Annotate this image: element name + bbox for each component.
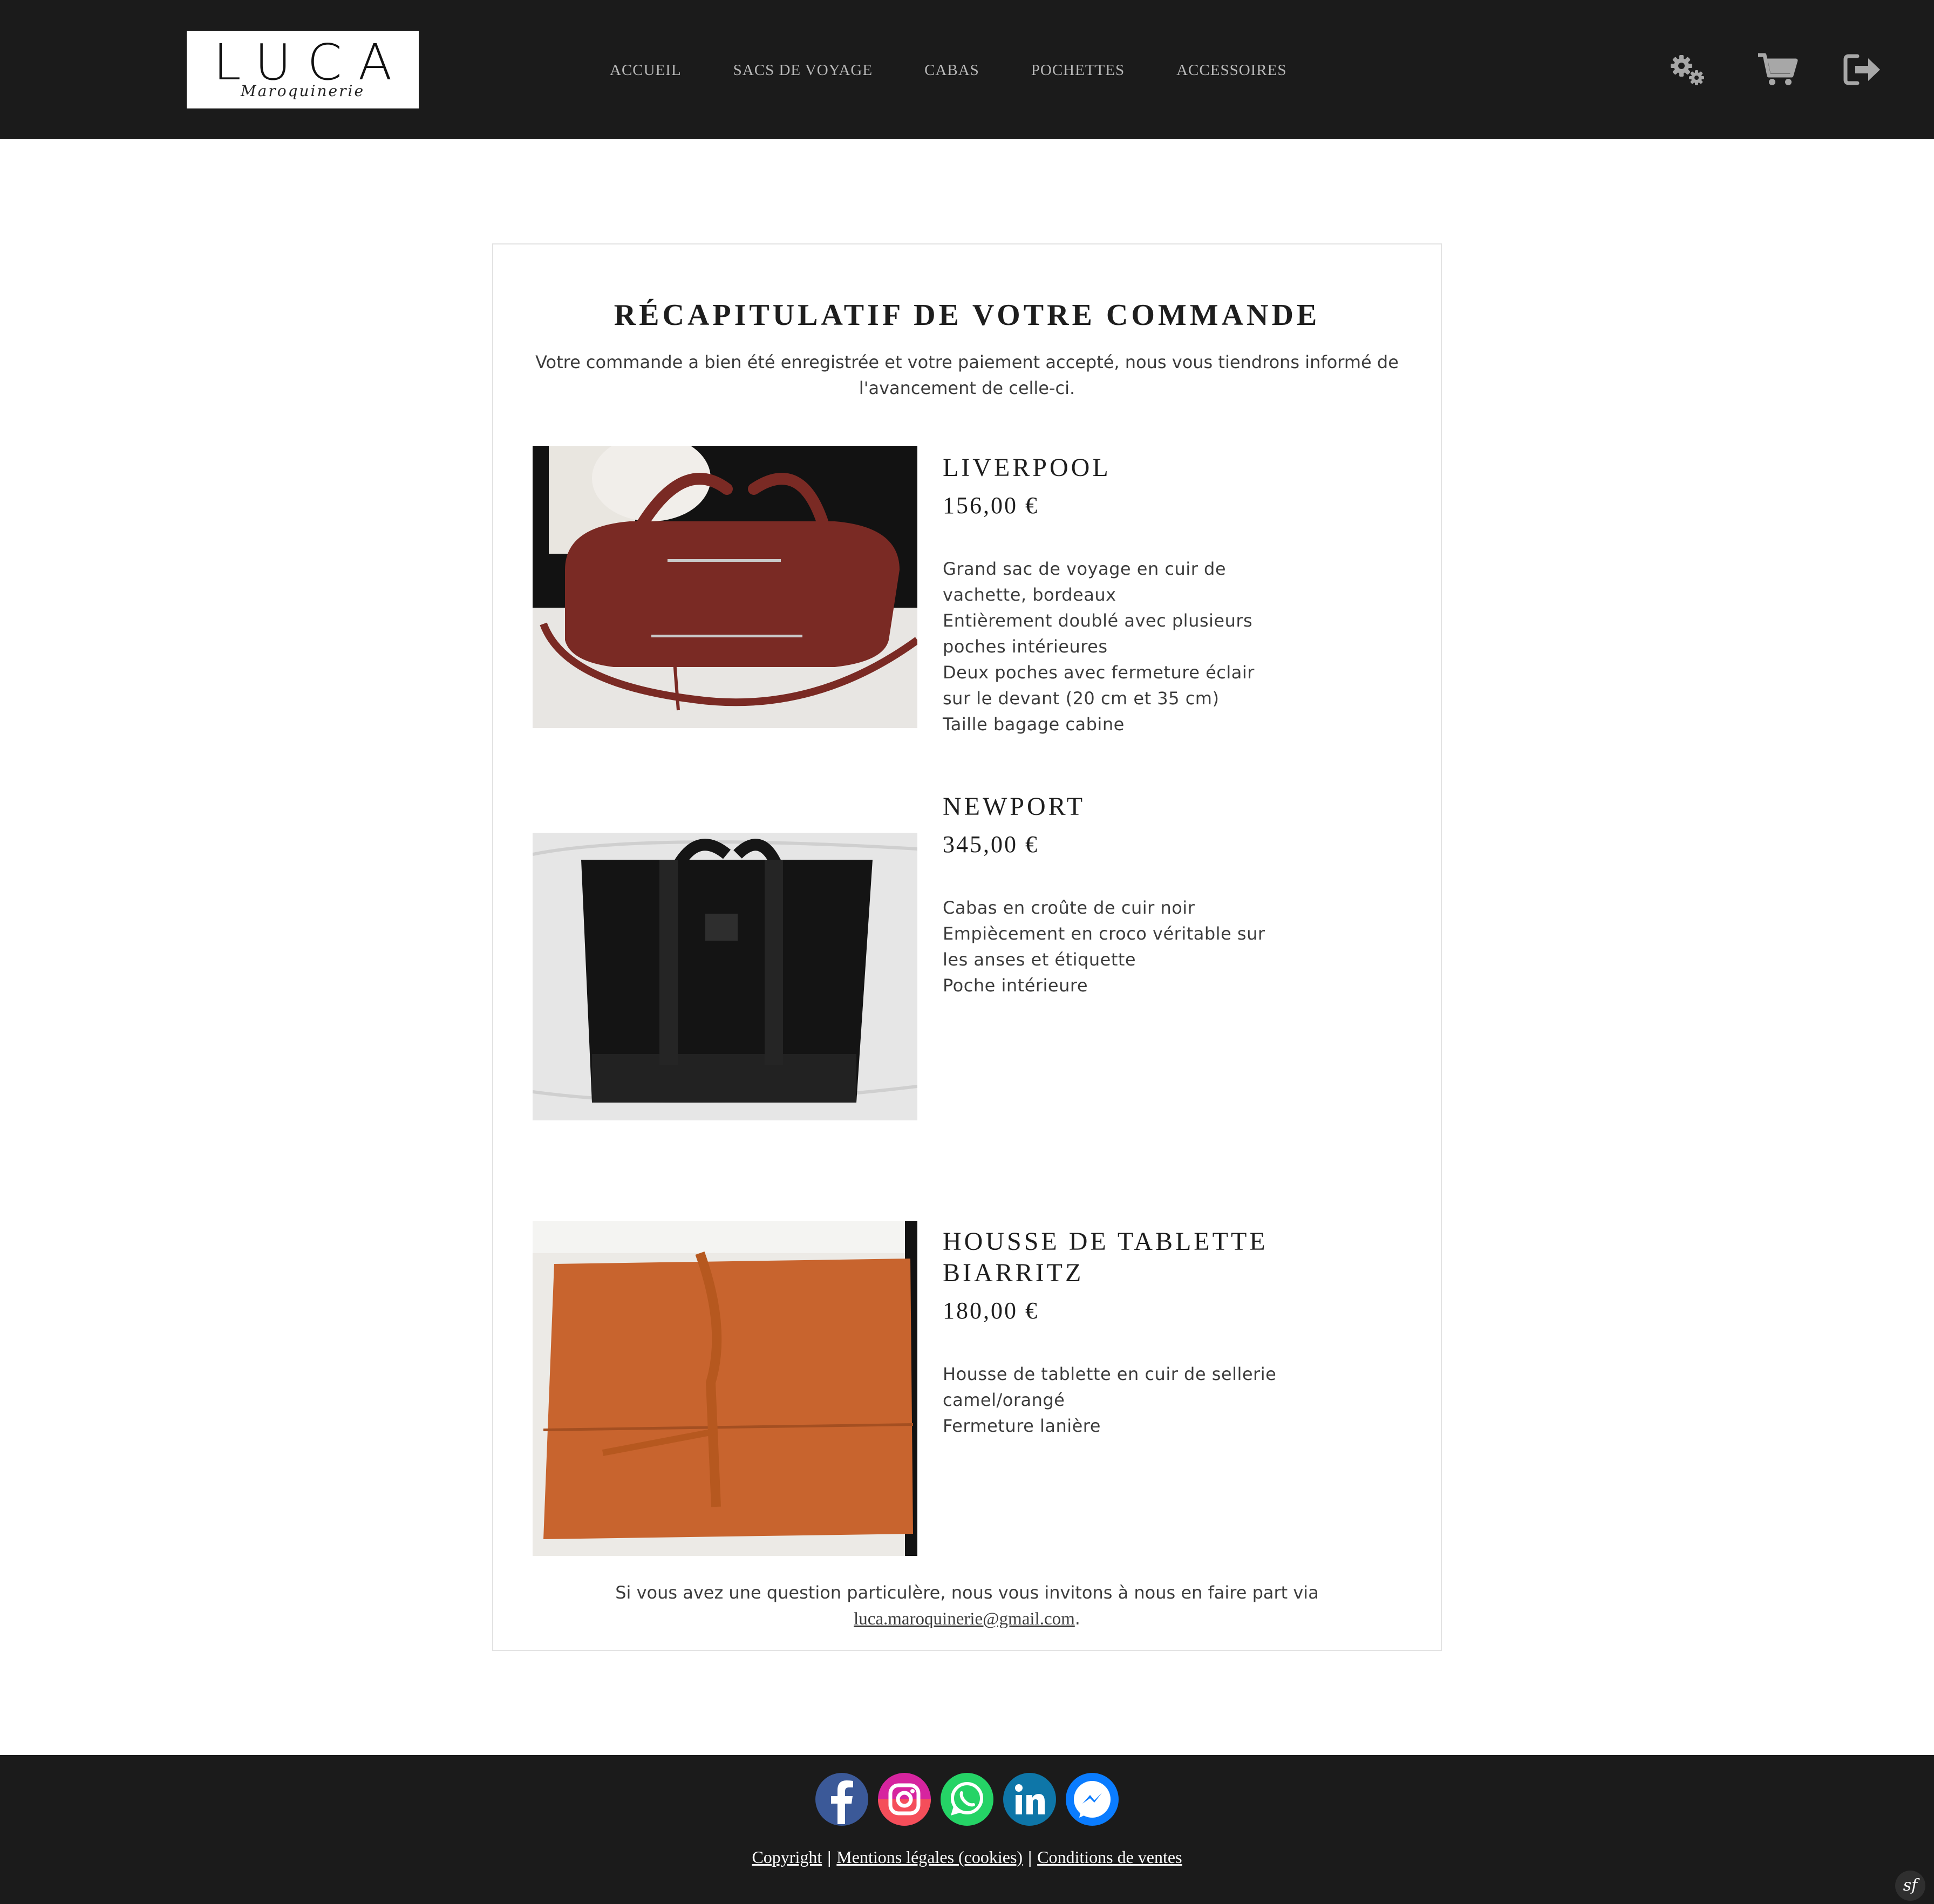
contact-note: Si vous avez une question particulère, n…: [526, 1580, 1408, 1632]
nav-item-cabas[interactable]: CABAS: [924, 58, 979, 82]
product-price: 180,00 €: [943, 1297, 1039, 1324]
main-nav: ACCUEIL SACS DE VOYAGE CABAS POCHETTES A…: [610, 58, 1287, 82]
instagram-icon[interactable]: [877, 1772, 931, 1826]
product-name: HOUSSE DE TABLETTE BIARRITZ: [943, 1226, 1320, 1289]
description-line: Empiècement en croco véritable sur: [943, 923, 1265, 944]
description-line: Fermeture lanière: [943, 1416, 1101, 1436]
description-line: Grand sac de voyage en cuir de: [943, 559, 1227, 579]
description-line: Cabas en croûte de cuir noir: [943, 897, 1195, 918]
description-line: les anses et étiquette: [943, 949, 1136, 970]
product-name: NEWPORT: [943, 792, 1086, 821]
description-line: sur le devant (20 cm et 35 cm): [943, 688, 1220, 709]
description-line: Entièrement doublé avec plusieurs: [943, 610, 1253, 631]
description-line: vachette, bordeaux: [943, 584, 1116, 605]
link-separator: |: [1028, 1847, 1032, 1867]
shopping-cart-icon[interactable]: [1756, 51, 1799, 89]
nav-item-pochettes[interactable]: POCHETTES: [1031, 58, 1125, 82]
product-name-line: HOUSSE DE TABLETTE: [943, 1227, 1268, 1256]
nav-item-sacs-de-voyage[interactable]: SACS DE VOYAGE: [733, 58, 873, 82]
product-description: Grand sac de voyage en cuir de vachette,…: [943, 556, 1320, 737]
description-line: camel/orangé: [943, 1390, 1065, 1410]
order-summary-card: RÉCAPITULATIF DE VOTRE COMMANDE Votre co…: [492, 243, 1442, 1651]
product-name-line: BIARRITZ: [943, 1259, 1084, 1287]
facebook-icon[interactable]: [815, 1772, 869, 1826]
product-price: 156,00 €: [943, 492, 1039, 519]
page-title: RÉCAPITULATIF DE VOTRE COMMANDE: [614, 298, 1320, 332]
product-price: 345,00 €: [943, 831, 1039, 858]
copyright-link[interactable]: Copyright: [752, 1847, 822, 1867]
product-description: Cabas en croûte de cuir noir Empiècement…: [943, 895, 1320, 998]
contact-text: Si vous avez une question particulère, n…: [615, 1582, 1319, 1603]
terms-of-sale-link[interactable]: Conditions de ventes: [1037, 1847, 1182, 1867]
product-name: LIVERPOOL: [943, 453, 1111, 482]
product-info-liverpool: LIVERPOOL 156,00 € Grand sac de voyage e…: [943, 452, 1320, 737]
product-image-biarritz[interactable]: [533, 1221, 917, 1556]
linkedin-icon[interactable]: [1003, 1772, 1057, 1826]
site-header: LUCA Maroquinerie ACCUEIL SACS DE VOYAGE…: [0, 0, 1934, 139]
link-separator: |: [827, 1847, 832, 1867]
product-image-newport[interactable]: [533, 833, 917, 1120]
settings-gears-icon[interactable]: [1666, 51, 1710, 89]
product-info-biarritz: HOUSSE DE TABLETTE BIARRITZ 180,00 € Hou…: [943, 1226, 1320, 1439]
description-line: Deux poches avec fermeture éclair: [943, 662, 1255, 683]
legal-notice-link[interactable]: Mentions légales (cookies): [836, 1847, 1023, 1867]
product-info-newport: NEWPORT 345,00 € Cabas en croûte de cuir…: [943, 791, 1320, 998]
contact-email-link[interactable]: luca.maroquinerie@gmail.com: [854, 1609, 1075, 1629]
legal-links: Copyright | Mentions légales (cookies) | Con…: [0, 1845, 1934, 1869]
brand-tagline: Maroquinerie: [240, 82, 365, 100]
whatsapp-icon[interactable]: [940, 1772, 994, 1826]
order-confirmation-text: Votre commande a bien été enregistrée et…: [535, 352, 1399, 398]
nav-item-accueil[interactable]: ACCUEIL: [610, 58, 682, 82]
site-footer: Copyright | Mentions légales (cookies) | Con…: [0, 1755, 1934, 1904]
product-image-liverpool[interactable]: [533, 446, 917, 728]
description-line: poches intérieures: [943, 636, 1108, 657]
product-description: Housse de tablette en cuir de sellerie c…: [943, 1361, 1320, 1439]
messenger-icon[interactable]: [1065, 1772, 1119, 1826]
symfony-toolbar-icon[interactable]: sf: [1895, 1871, 1925, 1901]
brand-logo[interactable]: LUCA Maroquinerie: [187, 31, 419, 108]
social-links: [815, 1772, 1119, 1826]
description-line: Taille bagage cabine: [943, 714, 1125, 735]
nav-item-accessoires[interactable]: ACCESSOIRES: [1176, 58, 1286, 82]
logout-icon[interactable]: [1841, 51, 1884, 89]
description-line: Poche intérieure: [943, 975, 1088, 996]
description-line: Housse de tablette en cuir de sellerie: [943, 1364, 1277, 1384]
contact-end: .: [1074, 1608, 1080, 1629]
